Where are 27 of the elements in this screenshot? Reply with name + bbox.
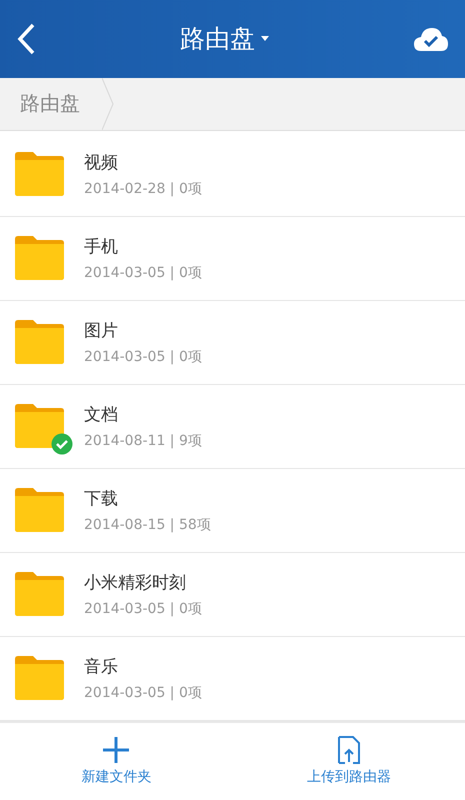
folder-name: 手机 <box>84 236 119 258</box>
folder-meta: 2014-03-05 | 0项 <box>84 264 202 282</box>
folder-icon <box>13 487 65 533</box>
folder-name: 文档 <box>84 404 119 426</box>
title-dropdown[interactable]: 路由盘 <box>180 22 269 56</box>
folder-meta: 2014-02-28 | 0项 <box>84 180 202 198</box>
folder-meta: 2014-03-05 | 0项 <box>84 600 202 618</box>
folder-meta: 2014-03-05 | 0项 <box>84 348 202 366</box>
plus-icon <box>102 736 130 764</box>
file-upload-icon <box>336 736 361 764</box>
folder-name: 下载 <box>84 488 119 510</box>
toolbar-button[interactable]: 新建文件夹 <box>0 722 232 800</box>
folder-icon <box>13 403 65 449</box>
folder-meta: 2014-08-15 | 58项 <box>84 516 211 534</box>
folder-name: 音乐 <box>84 656 119 678</box>
folder-name: 视频 <box>84 152 119 174</box>
folder-name: 图片 <box>84 320 119 342</box>
folder-icon <box>13 571 65 617</box>
toolbar-button[interactable]: 上传到路由器 <box>232 722 465 800</box>
folder-meta: 2014-03-05 | 0项 <box>84 684 202 702</box>
folder-icon <box>13 319 65 365</box>
folder-icon <box>13 235 65 281</box>
folder-icon <box>13 655 65 701</box>
folder-name: 小米精彩时刻 <box>84 572 187 594</box>
caret-icon <box>261 36 269 42</box>
folder-meta: 2014-08-11 | 9项 <box>84 432 202 450</box>
folder-icon <box>13 151 65 197</box>
